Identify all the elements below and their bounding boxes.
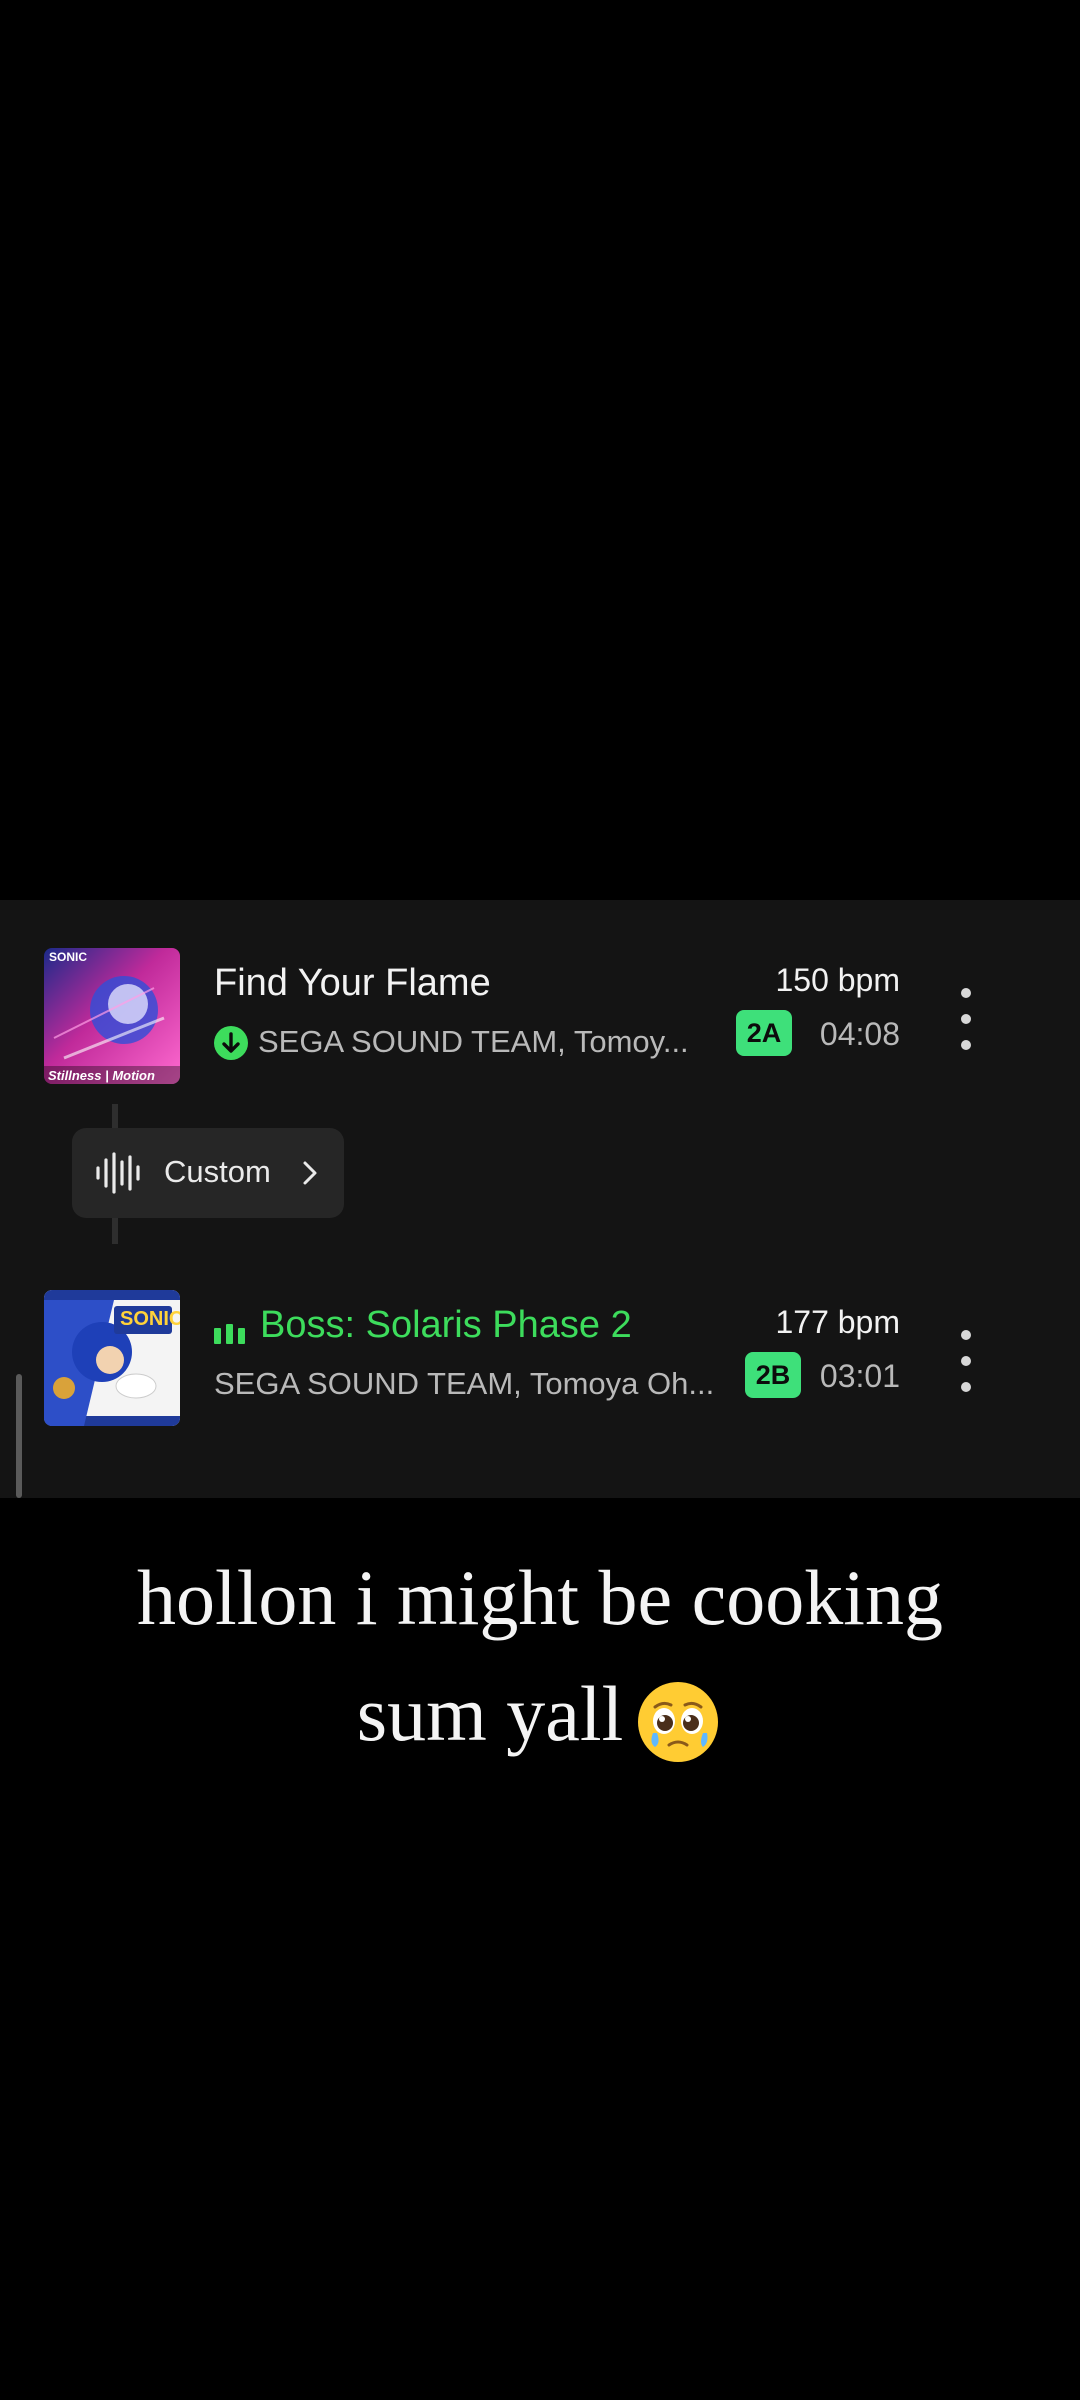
album-art: SONIC Stillness | Motion [44,948,180,1084]
pleading-face-emoji-icon [638,1682,719,1763]
album-art: SONIC [44,1290,180,1426]
track-row-find-your-flame[interactable]: SONIC Stillness | Motion Find Your Flame… [0,944,1080,1084]
video-caption: hollon i might be cooking sum yall [0,1540,1080,1772]
chevron-right-icon [303,1161,317,1185]
track-duration: 04:08 [819,1016,900,1052]
more-options-icon[interactable] [946,984,986,1054]
track-artist: SEGA SOUND TEAM, Tomoy... [258,1024,689,1059]
track-list-panel: SONIC Stillness | Motion Find Your Flame… [0,900,1080,1498]
now-playing-equalizer-icon [214,1320,248,1344]
custom-transition-label: Custom [164,1154,271,1189]
custom-transition-button[interactable]: Custom [72,1128,344,1218]
scroll-indicator[interactable] [16,1374,22,1498]
track-row-boss-solaris-phase-2[interactable]: SONIC Boss: Solaris Phase 2 SEGA SOUND T… [0,1286,1080,1426]
more-options-icon[interactable] [946,1326,986,1396]
track-title: Boss: Solaris Phase 2 [260,1304,632,1346]
caption-line-2: sum yall [0,1656,1080,1772]
album-art-text-top: SONIC [120,1308,180,1330]
track-title: Find Your Flame [214,962,491,1004]
waveform-icon [96,1152,140,1194]
album-art-text-bottom: Stillness | Motion [48,1068,155,1083]
caption-line-2-text: sum yall [356,1670,624,1757]
key-badge: 2B [745,1352,801,1398]
screen: SONIC Stillness | Motion Find Your Flame… [0,0,1080,2400]
caption-line-1: hollon i might be cooking [137,1554,943,1641]
album-art-text-top: SONIC [49,950,88,964]
track-bpm: 177 bpm [775,1304,900,1340]
download-complete-icon [214,1026,248,1060]
key-badge: 2A [736,1010,792,1056]
track-duration: 03:01 [819,1358,900,1394]
track-bpm: 150 bpm [775,962,900,998]
track-artist: SEGA SOUND TEAM, Tomoya Oh... [214,1366,715,1401]
